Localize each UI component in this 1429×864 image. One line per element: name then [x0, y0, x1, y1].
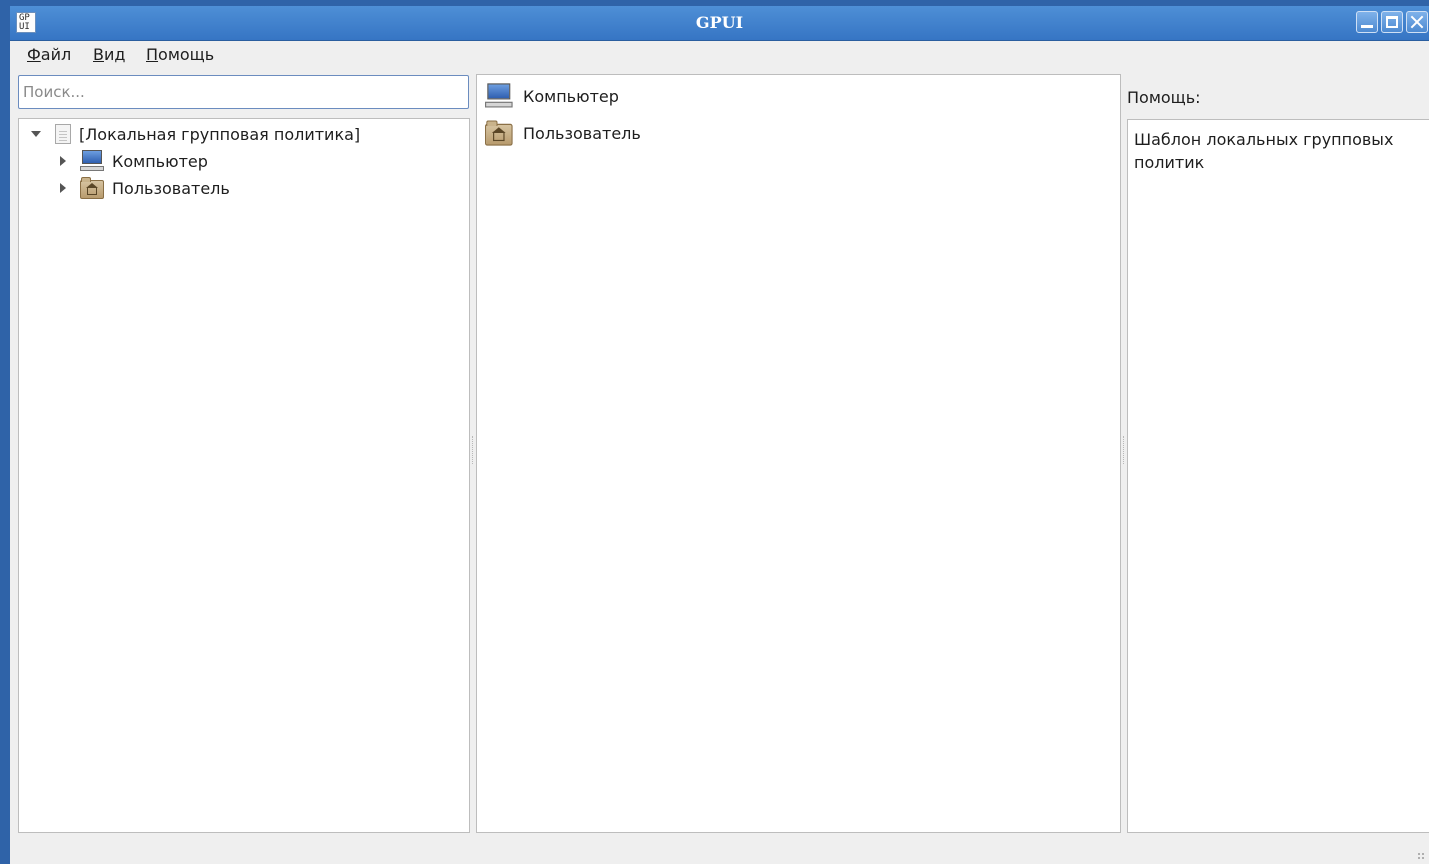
menu-file-mnemonic: Ф	[27, 45, 41, 64]
menu-file-label: айл	[40, 45, 72, 64]
list-item-user[interactable]: Пользователь	[485, 118, 641, 148]
tree-item-label: Пользователь	[112, 178, 230, 198]
help-text: Шаблон локальных групповых политик	[1127, 119, 1429, 833]
content-list[interactable]: Компьютер Пользователь	[476, 74, 1121, 833]
expand-arrow-icon[interactable]	[60, 183, 66, 193]
tree-item-label: Компьютер	[112, 151, 208, 171]
menu-bar: Файл Вид Помощь	[10, 41, 1429, 69]
resize-grip-icon[interactable]	[1417, 852, 1425, 860]
close-button[interactable]	[1406, 11, 1428, 33]
computer-icon	[485, 83, 513, 108]
menu-help-label: омощь	[158, 45, 215, 64]
left-splitter[interactable]	[472, 436, 475, 464]
menu-file[interactable]: Файл	[25, 45, 73, 64]
title-bar[interactable]: GP UI GPUI	[10, 6, 1429, 41]
list-item-label: Пользователь	[523, 123, 641, 143]
menu-view-mnemonic: В	[93, 45, 104, 64]
policy-tree[interactable]: [Локальная групповая политика] Компьютер…	[18, 118, 470, 833]
maximize-button[interactable]	[1381, 11, 1403, 33]
search-input[interactable]	[18, 75, 469, 109]
help-heading: Помощь:	[1127, 88, 1201, 107]
tree-item-user[interactable]: Пользователь	[60, 176, 230, 200]
collapse-arrow-icon[interactable]	[31, 131, 41, 137]
menu-help-mnemonic: П	[146, 45, 159, 64]
expand-arrow-icon[interactable]	[60, 156, 66, 166]
list-item-label: Компьютер	[523, 86, 619, 106]
minimize-button[interactable]	[1356, 11, 1378, 33]
right-splitter[interactable]	[1123, 436, 1126, 464]
tree-item-root[interactable]: [Локальная групповая политика]	[31, 122, 360, 146]
menu-view-label: ид	[103, 45, 126, 64]
tree-item-label: [Локальная групповая политика]	[79, 124, 361, 144]
user-folder-icon	[80, 177, 104, 199]
list-item-computer[interactable]: Компьютер	[485, 81, 619, 111]
user-folder-icon	[485, 120, 513, 146]
computer-icon	[80, 150, 104, 172]
menu-help[interactable]: Помощь	[144, 45, 216, 64]
status-bar	[10, 836, 1429, 864]
menu-view[interactable]: Вид	[91, 45, 127, 64]
window-title: GPUI	[695, 13, 744, 32]
tree-item-computer[interactable]: Компьютер	[60, 149, 208, 173]
document-icon	[55, 124, 71, 144]
main-window: GP UI GPUI Файл Вид Помощь [Локальная гр…	[10, 6, 1429, 864]
